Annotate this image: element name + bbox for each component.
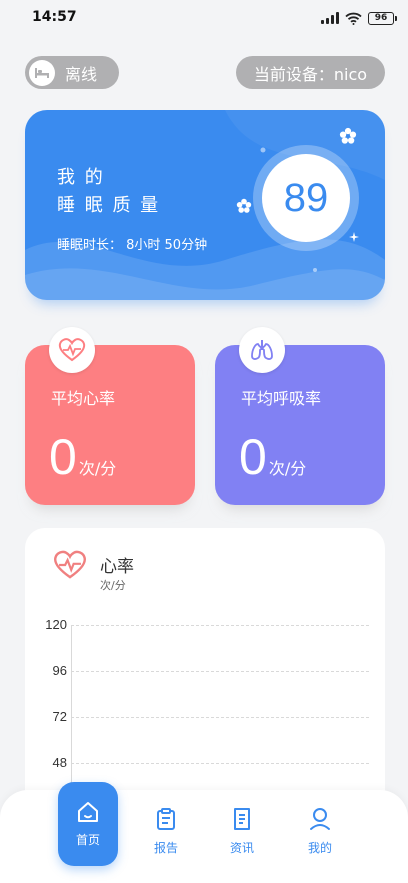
sleep-score: 89 (262, 154, 350, 242)
nav-tab-profile[interactable]: 我的 (290, 790, 350, 874)
grid-line (71, 717, 369, 718)
heart-icon (49, 327, 95, 373)
y-tick-label: 96 (52, 663, 67, 678)
y-tick-label: 48 (52, 755, 67, 770)
y-tick-label: 72 (52, 709, 67, 724)
heart-rate-label: 平均心率 (51, 389, 116, 408)
sleep-duration: 睡眠时长： 8小时 50分钟 (57, 238, 208, 253)
grid-line (71, 763, 369, 764)
connection-status-label: 离线 (65, 64, 98, 84)
sleep-title-line2: 睡 眠 质 量 (57, 195, 161, 216)
sleep-title-line1: 我 的 (57, 167, 105, 188)
profile-icon (310, 808, 330, 830)
bed-icon (29, 59, 55, 86)
status-icons: 96 (321, 10, 397, 26)
lungs-icon (239, 327, 285, 373)
status-bar: 14:57 96 (0, 0, 408, 34)
heart-rate-value: 0 (49, 429, 77, 485)
y-tick-label: 120 (45, 617, 67, 632)
home-icon (78, 802, 98, 822)
respiration-value-row: 0 次/分 (239, 429, 306, 485)
sleep-quality-card[interactable]: 我 的 睡 眠 质 量 睡眠时长： 8小时 50分钟 89 (25, 110, 385, 300)
nav-tab-home[interactable]: 首页 (58, 782, 118, 866)
heart-icon (54, 550, 86, 579)
nav-tab-news[interactable]: 资讯 (212, 790, 272, 874)
respiration-label: 平均呼吸率 (241, 389, 322, 408)
respiration-value: 0 (239, 429, 267, 485)
nav-report-label: 报告 (153, 841, 178, 855)
respiration-unit: 次/分 (268, 459, 307, 478)
nav-tab-report[interactable]: 报告 (136, 790, 196, 874)
news-icon (234, 808, 250, 830)
wifi-icon (345, 12, 362, 25)
average-heart-rate-card[interactable]: 平均心率 0 次/分 (25, 327, 195, 505)
average-respiration-card[interactable]: 平均呼吸率 0 次/分 (215, 327, 385, 505)
nav-profile-label: 我的 (307, 841, 332, 855)
nav-home-label: 首页 (75, 833, 100, 847)
chart-title: 心率 (100, 557, 134, 577)
nav-news-label: 资讯 (229, 841, 254, 855)
heart-rate-value-row: 0 次/分 (49, 429, 116, 485)
battery-icon: 96 (368, 11, 397, 25)
connection-status-pill[interactable]: 离线 (25, 56, 119, 89)
sleep-score-ring: 89 (253, 145, 359, 251)
chart-unit-label: 次/分 (100, 579, 126, 592)
flower-icon (339, 127, 357, 144)
current-device-pill[interactable]: 当前设备：nico (236, 56, 385, 89)
sparkle-icon (349, 232, 359, 242)
flower-icon (236, 198, 252, 213)
sleep-card-title: 我 的 睡 眠 质 量 (57, 164, 160, 220)
status-time: 14:57 (32, 9, 77, 25)
signal-icon (321, 12, 339, 24)
report-icon (157, 808, 175, 830)
bottom-navigation: 首页 报告 资讯 我的 (0, 782, 408, 883)
grid-line (71, 671, 369, 672)
heart-rate-unit: 次/分 (78, 459, 117, 478)
grid-line (71, 625, 369, 626)
